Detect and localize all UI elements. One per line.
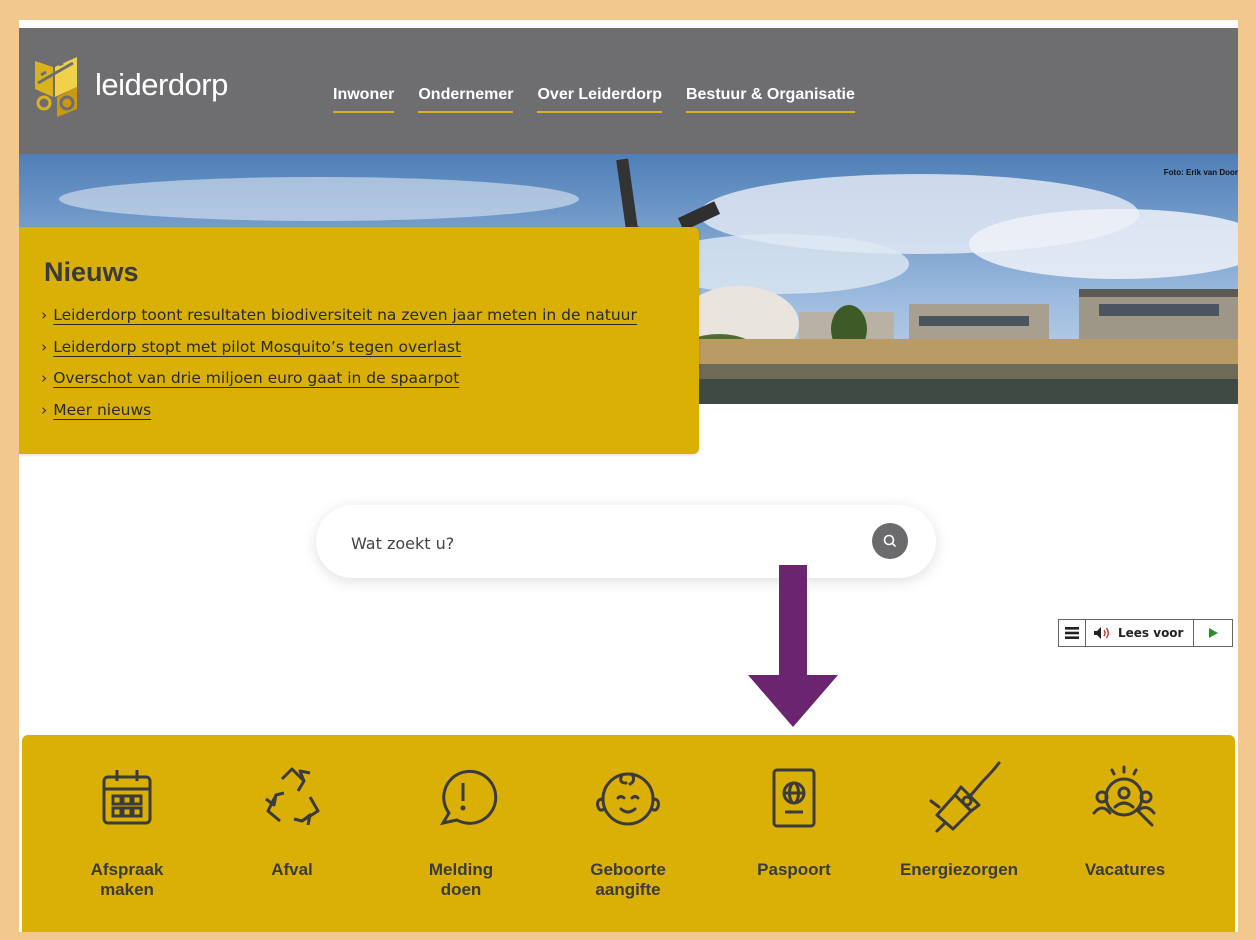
read-aloud-label: Lees voor [1118,626,1184,640]
tile-label: Melding doen [428,860,494,899]
news-item: › Overschot van drie miljoen euro gaat in… [41,369,637,401]
down-arrow-annotation [748,565,838,727]
quick-links-panel: Afspraak maken Afval Melding doen Geboor… [22,735,1235,932]
news-item: › Leiderdorp toont resultaten biodiversit… [41,306,637,338]
read-aloud-button[interactable]: Lees voor [1086,620,1195,646]
nav-item-bestuur-organisatie[interactable]: Bestuur & Organisatie [685,86,855,113]
main-nav: Inwoner Ondernemer Over Leiderdorp Bestu… [333,86,855,113]
tile-label: Geboorte aangifte [590,860,666,899]
baby-face-icon [596,772,660,826]
readspeaker-menu-button[interactable] [1059,620,1086,646]
chevron-right-icon: › [41,306,48,324]
news-list: › Leiderdorp toont resultaten biodiversit… [41,306,637,432]
chevron-right-icon: › [41,337,48,356]
nav-item-over-leiderdorp[interactable]: Over Leiderdorp [537,86,662,113]
news-link[interactable]: Leiderdorp stopt met pilot Mosquito’s te… [53,338,461,356]
play-icon [1209,628,1219,638]
nav-item-inwoner[interactable]: Inwoner [333,86,395,113]
tile-label: Vacatures [1084,860,1166,879]
logo-text: leiderdorp [95,67,228,102]
speaker-icon [1094,627,1109,639]
news-link[interactable]: Leiderdorp toont resultaten biodiversite… [53,306,637,324]
job-search-icon [1092,765,1156,827]
chevron-right-icon: › [41,369,48,387]
exclamation-bubble-icon [439,769,498,826]
nav-item-ondernemer[interactable]: Ondernemer [418,86,514,113]
tile-label: Afval [271,860,313,879]
passport-icon [772,768,816,828]
search-input[interactable] [349,527,853,559]
news-item: › Leiderdorp stopt met pilot Mosquito’s t… [41,338,637,370]
readspeaker-bar: Lees voor [1058,619,1234,647]
menu-icon [1065,627,1079,639]
tile-label: Paspoort [757,860,831,879]
plug-icon [929,761,1001,833]
page-frame: leiderdorp Inwoner Ondernemer Over Leide… [19,20,1238,932]
site-header: leiderdorp Inwoner Ondernemer Over Leide… [19,28,1238,154]
calendar-icon [102,770,152,825]
news-link[interactable]: Overschot van drie miljoen euro gaat in … [53,369,459,387]
search-icon [883,534,896,547]
search-bar [316,505,936,578]
photo-credit: Foto: Erik van Door [1163,168,1238,177]
recycle-icon [265,767,320,826]
news-panel: Nieuws › Leiderdorp toont resultaten biod… [19,227,699,454]
search-button[interactable] [872,523,908,559]
tile-label: Afspraak maken [90,860,164,899]
tile-label: Energiezorgen [899,860,1019,879]
more-news-link[interactable]: Meer nieuws [53,401,151,419]
news-item: › Meer nieuws [41,401,637,433]
news-title: Nieuws [44,257,139,287]
logo-keys-icon [35,57,77,117]
play-button[interactable] [1194,620,1232,646]
chevron-right-icon: › [41,400,48,419]
site-logo[interactable]: leiderdorp [33,53,228,117]
